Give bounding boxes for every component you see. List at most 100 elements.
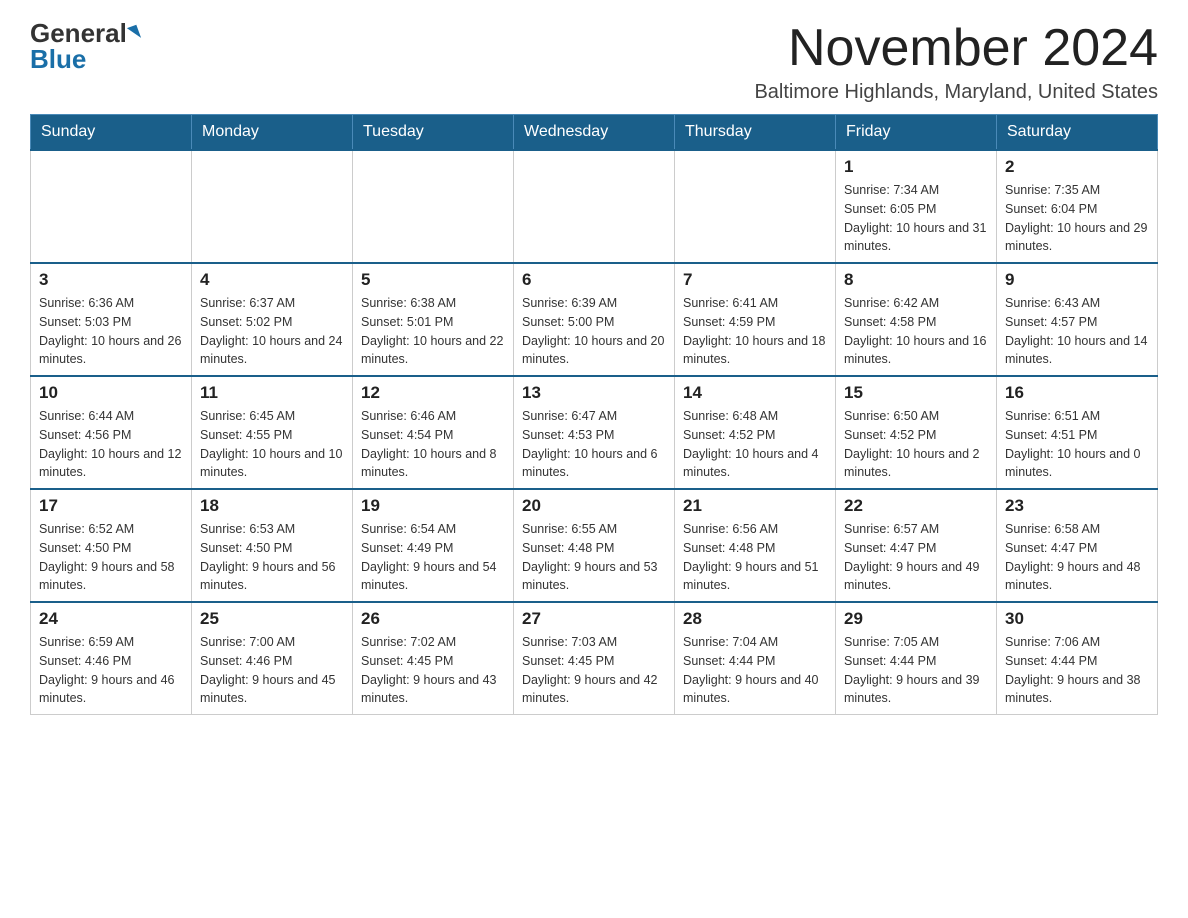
calendar-day-cell: 3Sunrise: 6:36 AM Sunset: 5:03 PM Daylig… (31, 263, 192, 376)
day-number: 17 (39, 496, 183, 516)
day-number: 10 (39, 383, 183, 403)
calendar-day-cell: 2Sunrise: 7:35 AM Sunset: 6:04 PM Daylig… (997, 150, 1158, 263)
calendar-day-cell: 19 Sunrise: 6:54 AM Sunset: 4:49 PM Dayli… (353, 489, 514, 602)
logo-triangle-icon (127, 25, 141, 42)
calendar-day-cell: 13Sunrise: 6:47 AM Sunset: 4:53 PM Dayli… (514, 376, 675, 489)
calendar-day-cell: 23Sunrise: 6:58 AM Sunset: 4:47 PM Dayli… (997, 489, 1158, 602)
calendar-day-cell: 22 Sunrise: 6:57 AM Sunset: 4:47 PM Dayli… (836, 489, 997, 602)
day-info: Sunrise: 6:52 AM Sunset: 4:50 PM Dayligh… (39, 520, 183, 595)
day-info: Sunrise: 7:06 AM Sunset: 4:44 PM Dayligh… (1005, 633, 1149, 708)
calendar-day-cell: 1 Sunrise: 7:34 AM Sunset: 6:05 PM Daylig… (836, 150, 997, 263)
page-title: November 2024 (754, 20, 1158, 77)
calendar-week-row: 1 Sunrise: 7:34 AM Sunset: 6:05 PM Daylig… (31, 150, 1158, 263)
calendar-day-cell: 30 Sunrise: 7:06 AM Sunset: 4:44 PM Dayli… (997, 602, 1158, 715)
day-number: 3 (39, 270, 183, 290)
day-info: Sunrise: 6:46 AM Sunset: 4:54 PM Dayligh… (361, 407, 505, 482)
calendar-day-cell: 4Sunrise: 6:37 AM Sunset: 5:02 PM Daylig… (192, 263, 353, 376)
calendar-day-cell: 12 Sunrise: 6:46 AM Sunset: 4:54 PM Dayli… (353, 376, 514, 489)
calendar-day-header: Saturday (997, 115, 1158, 151)
calendar-day-cell (31, 150, 192, 263)
day-info: Sunrise: 6:54 AM Sunset: 4:49 PM Dayligh… (361, 520, 505, 595)
day-number: 7 (683, 270, 827, 290)
calendar-day-cell: 8 Sunrise: 6:42 AM Sunset: 4:58 PM Daylig… (836, 263, 997, 376)
calendar-day-cell: 29 Sunrise: 7:05 AM Sunset: 4:44 PM Dayli… (836, 602, 997, 715)
calendar-day-cell: 26 Sunrise: 7:02 AM Sunset: 4:45 PM Dayli… (353, 602, 514, 715)
day-number: 5 (361, 270, 505, 290)
day-info: Sunrise: 6:47 AM Sunset: 4:53 PM Dayligh… (522, 407, 666, 482)
day-number: 15 (844, 383, 988, 403)
day-info: Sunrise: 6:50 AM Sunset: 4:52 PM Dayligh… (844, 407, 988, 482)
day-info: Sunrise: 6:43 AM Sunset: 4:57 PM Dayligh… (1005, 294, 1149, 369)
day-info: Sunrise: 6:37 AM Sunset: 5:02 PM Dayligh… (200, 294, 344, 369)
day-number: 22 (844, 496, 988, 516)
day-info: Sunrise: 6:56 AM Sunset: 4:48 PM Dayligh… (683, 520, 827, 595)
calendar-day-cell: 9 Sunrise: 6:43 AM Sunset: 4:57 PM Daylig… (997, 263, 1158, 376)
calendar-day-cell: 20 Sunrise: 6:55 AM Sunset: 4:48 PM Dayli… (514, 489, 675, 602)
day-number: 27 (522, 609, 666, 629)
calendar-day-cell (192, 150, 353, 263)
day-number: 30 (1005, 609, 1149, 629)
calendar-day-cell (514, 150, 675, 263)
day-number: 2 (1005, 157, 1149, 177)
day-number: 19 (361, 496, 505, 516)
calendar-day-cell: 16 Sunrise: 6:51 AM Sunset: 4:51 PM Dayli… (997, 376, 1158, 489)
calendar-day-header: Tuesday (353, 115, 514, 151)
day-info: Sunrise: 7:03 AM Sunset: 4:45 PM Dayligh… (522, 633, 666, 708)
day-number: 16 (1005, 383, 1149, 403)
day-info: Sunrise: 6:39 AM Sunset: 5:00 PM Dayligh… (522, 294, 666, 369)
day-number: 24 (39, 609, 183, 629)
day-number: 23 (1005, 496, 1149, 516)
day-number: 28 (683, 609, 827, 629)
day-info: Sunrise: 6:42 AM Sunset: 4:58 PM Dayligh… (844, 294, 988, 369)
logo-general: General (30, 20, 127, 46)
calendar-day-cell (675, 150, 836, 263)
calendar-day-cell: 25 Sunrise: 7:00 AM Sunset: 4:46 PM Dayli… (192, 602, 353, 715)
day-number: 12 (361, 383, 505, 403)
day-info: Sunrise: 7:04 AM Sunset: 4:44 PM Dayligh… (683, 633, 827, 708)
calendar-day-header: Friday (836, 115, 997, 151)
day-number: 21 (683, 496, 827, 516)
day-number: 8 (844, 270, 988, 290)
day-number: 25 (200, 609, 344, 629)
calendar-day-cell: 28 Sunrise: 7:04 AM Sunset: 4:44 PM Dayli… (675, 602, 836, 715)
day-number: 20 (522, 496, 666, 516)
logo-blue: Blue (30, 46, 86, 72)
day-number: 29 (844, 609, 988, 629)
page-header: General Blue November 2024 Baltimore Hig… (30, 20, 1158, 104)
day-info: Sunrise: 6:53 AM Sunset: 4:50 PM Dayligh… (200, 520, 344, 595)
day-info: Sunrise: 6:59 AM Sunset: 4:46 PM Dayligh… (39, 633, 183, 708)
day-info: Sunrise: 6:38 AM Sunset: 5:01 PM Dayligh… (361, 294, 505, 369)
day-info: Sunrise: 7:05 AM Sunset: 4:44 PM Dayligh… (844, 633, 988, 708)
calendar-day-cell: 24 Sunrise: 6:59 AM Sunset: 4:46 PM Dayli… (31, 602, 192, 715)
day-info: Sunrise: 7:00 AM Sunset: 4:46 PM Dayligh… (200, 633, 344, 708)
day-number: 6 (522, 270, 666, 290)
calendar-day-cell: 6 Sunrise: 6:39 AM Sunset: 5:00 PM Daylig… (514, 263, 675, 376)
calendar-day-cell: 21 Sunrise: 6:56 AM Sunset: 4:48 PM Dayli… (675, 489, 836, 602)
day-info: Sunrise: 7:34 AM Sunset: 6:05 PM Dayligh… (844, 181, 988, 256)
day-number: 1 (844, 157, 988, 177)
day-number: 26 (361, 609, 505, 629)
day-info: Sunrise: 6:44 AM Sunset: 4:56 PM Dayligh… (39, 407, 183, 482)
day-info: Sunrise: 6:51 AM Sunset: 4:51 PM Dayligh… (1005, 407, 1149, 482)
logo: General Blue (30, 20, 139, 72)
calendar-day-cell: 7 Sunrise: 6:41 AM Sunset: 4:59 PM Daylig… (675, 263, 836, 376)
title-area: November 2024 Baltimore Highlands, Maryl… (754, 20, 1158, 104)
calendar-day-header: Wednesday (514, 115, 675, 151)
calendar-day-header: Monday (192, 115, 353, 151)
calendar-day-cell (353, 150, 514, 263)
calendar-week-row: 10 Sunrise: 6:44 AM Sunset: 4:56 PM Dayli… (31, 376, 1158, 489)
day-info: Sunrise: 6:48 AM Sunset: 4:52 PM Dayligh… (683, 407, 827, 482)
calendar-day-cell: 15 Sunrise: 6:50 AM Sunset: 4:52 PM Dayli… (836, 376, 997, 489)
calendar-table: SundayMondayTuesdayWednesdayThursdayFrid… (30, 114, 1158, 715)
calendar-day-cell: 5 Sunrise: 6:38 AM Sunset: 5:01 PM Daylig… (353, 263, 514, 376)
day-info: Sunrise: 6:57 AM Sunset: 4:47 PM Dayligh… (844, 520, 988, 595)
calendar-day-cell: 11Sunrise: 6:45 AM Sunset: 4:55 PM Dayli… (192, 376, 353, 489)
calendar-week-row: 17 Sunrise: 6:52 AM Sunset: 4:50 PM Dayli… (31, 489, 1158, 602)
day-info: Sunrise: 7:02 AM Sunset: 4:45 PM Dayligh… (361, 633, 505, 708)
day-number: 9 (1005, 270, 1149, 290)
day-info: Sunrise: 6:45 AM Sunset: 4:55 PM Dayligh… (200, 407, 344, 482)
day-info: Sunrise: 6:55 AM Sunset: 4:48 PM Dayligh… (522, 520, 666, 595)
calendar-day-cell: 17 Sunrise: 6:52 AM Sunset: 4:50 PM Dayli… (31, 489, 192, 602)
day-info: Sunrise: 6:41 AM Sunset: 4:59 PM Dayligh… (683, 294, 827, 369)
page-subtitle: Baltimore Highlands, Maryland, United St… (754, 81, 1158, 104)
